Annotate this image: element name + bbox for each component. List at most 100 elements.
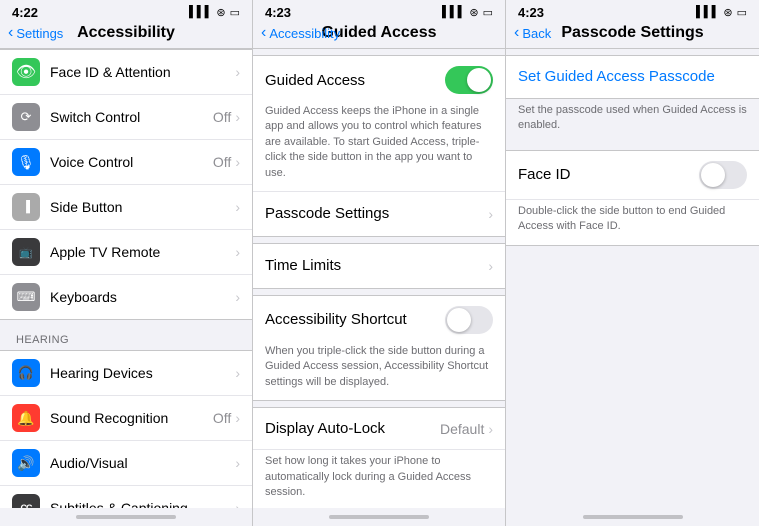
- passcode-settings-item[interactable]: Passcode Settings ›: [253, 192, 505, 236]
- chevron-display-lock: ›: [488, 421, 493, 437]
- item-side-button[interactable]: ▐ Side Button ›: [0, 185, 252, 230]
- battery-icon-1: ▭: [230, 6, 240, 19]
- chevron-icon: ›: [235, 64, 240, 80]
- battery-icon-3: ▭: [737, 6, 747, 19]
- item-audio-visual[interactable]: 🔊 Audio/Visual ›: [0, 441, 252, 486]
- back-arrow-icon-1: ‹: [8, 24, 13, 42]
- wifi-icon-1: ⊛: [216, 6, 225, 19]
- status-icons-1: ▌▌▌ ⊛ ▭: [189, 6, 240, 19]
- item-switch-control[interactable]: ⟳ Switch Control Off ›: [0, 95, 252, 140]
- nav-back-accessibility[interactable]: ‹ Accessibility: [261, 24, 340, 42]
- home-indicator-3: [506, 508, 759, 526]
- voice-control-icon: 🎙: [12, 148, 40, 176]
- chevron-icon: ›: [235, 455, 240, 471]
- sound-recognition-icon: 🔔: [12, 404, 40, 432]
- display-auto-lock-section: Display Auto-Lock Default › Set how long…: [253, 407, 505, 508]
- status-time-2: 4:23: [265, 5, 291, 20]
- face-id-label: Face ID: [518, 166, 571, 183]
- chevron-icon: ›: [235, 365, 240, 381]
- face-id-row[interactable]: Face ID: [506, 151, 759, 200]
- set-passcode-section: Set Guided Access Passcode: [506, 55, 759, 99]
- wifi-icon-3: ⊛: [723, 6, 732, 19]
- accessibility-shortcut-section: Accessibility Shortcut When you triple-c…: [253, 295, 505, 401]
- back-arrow-icon-3: ‹: [514, 24, 519, 42]
- status-bar-2: 4:23 ▌▌▌ ⊛ ▭: [253, 0, 505, 22]
- time-limits-item[interactable]: Time Limits ›: [253, 244, 505, 288]
- accessibility-shortcut-desc: When you triple-click the side button du…: [253, 344, 505, 400]
- nav-back-settings[interactable]: ‹ Settings: [8, 24, 63, 42]
- guided-access-toggle[interactable]: [445, 66, 493, 94]
- set-passcode-label: Set Guided Access Passcode: [518, 68, 715, 85]
- display-auto-lock-desc: Set how long it takes your iPhone to aut…: [253, 450, 505, 508]
- display-auto-lock-label: Display Auto-Lock: [265, 420, 385, 437]
- nav-bar-1: ‹ Settings Accessibility: [0, 22, 252, 49]
- status-icons-3: ▌▌▌ ⊛ ▭: [696, 6, 747, 19]
- chevron-icon: ›: [235, 500, 240, 508]
- signal-icon-3: ▌▌▌: [696, 6, 719, 18]
- sound-recognition-value: Off: [213, 410, 231, 426]
- panel-guided-access: 4:23 ▌▌▌ ⊛ ▭ ‹ Accessibility Guided Acce…: [253, 0, 506, 526]
- item-hearing-devices[interactable]: 🎧 Hearing Devices ›: [0, 351, 252, 396]
- chevron-icon: ›: [235, 154, 240, 170]
- home-indicator-2: [253, 508, 505, 526]
- audio-visual-icon: 🔊: [12, 449, 40, 477]
- signal-icon-1: ▌▌▌: [189, 6, 212, 18]
- voice-control-label: Voice Control: [50, 154, 213, 170]
- status-bar-1: 4:22 ▌▌▌ ⊛ ▭: [0, 0, 252, 22]
- chevron-passcode: ›: [488, 206, 493, 222]
- display-auto-lock-value: Default: [440, 421, 484, 437]
- switch-control-value: Off: [213, 109, 231, 125]
- wifi-icon-2: ⊛: [469, 6, 478, 19]
- nav-bar-3: ‹ Back Passcode Settings: [506, 22, 759, 49]
- item-face-id[interactable]: 👁 Face ID & Attention ›: [0, 50, 252, 95]
- nav-title-1: Accessibility: [77, 24, 175, 42]
- guided-access-toggle-row[interactable]: Guided Access: [253, 56, 505, 104]
- accessibility-shortcut-row[interactable]: Accessibility Shortcut: [253, 296, 505, 344]
- item-subtitles-captioning[interactable]: CC Subtitles & Captioning ›: [0, 486, 252, 508]
- status-time-1: 4:22: [12, 5, 38, 20]
- apple-tv-remote-icon: 📺: [12, 238, 40, 266]
- back-label-2: Accessibility: [269, 26, 340, 41]
- item-voice-control[interactable]: 🎙 Voice Control Off ›: [0, 140, 252, 185]
- hearing-devices-icon: 🎧: [12, 359, 40, 387]
- chevron-icon: ›: [235, 109, 240, 125]
- chevron-icon: ›: [235, 410, 240, 426]
- nav-bar-2: ‹ Accessibility Guided Access: [253, 22, 505, 49]
- face-id-desc: Double-click the side button to end Guid…: [506, 200, 759, 245]
- set-passcode-desc: Set the passcode used when Guided Access…: [506, 99, 759, 144]
- item-apple-tv-remote[interactable]: 📺 Apple TV Remote ›: [0, 230, 252, 275]
- face-id-toggle[interactable]: [699, 161, 747, 189]
- home-indicator-1: [0, 508, 252, 526]
- guided-access-main-section: Guided Access Guided Access keeps the iP…: [253, 55, 505, 237]
- hearing-section-header: HEARING: [0, 320, 252, 350]
- interaction-list: 👁 Face ID & Attention › ⟳ Switch Control…: [0, 49, 252, 320]
- switch-control-icon: ⟳: [12, 103, 40, 131]
- time-limits-label: Time Limits: [265, 257, 341, 274]
- nav-title-3: Passcode Settings: [561, 24, 703, 42]
- nav-back-guided-access[interactable]: ‹ Back: [514, 24, 551, 42]
- back-label-1: Settings: [16, 26, 63, 41]
- back-label-3: Back: [522, 26, 551, 41]
- hearing-devices-label: Hearing Devices: [50, 365, 235, 381]
- screen-content-2: Guided Access Guided Access keeps the iP…: [253, 49, 505, 508]
- set-passcode-button[interactable]: Set Guided Access Passcode: [506, 56, 759, 98]
- display-auto-lock-row[interactable]: Display Auto-Lock Default ›: [253, 408, 505, 450]
- voice-control-value: Off: [213, 154, 231, 170]
- home-bar-1: [76, 515, 176, 519]
- chevron-icon: ›: [235, 244, 240, 260]
- item-keyboards[interactable]: ⌨ Keyboards ›: [0, 275, 252, 319]
- back-arrow-icon-2: ‹: [261, 24, 266, 42]
- hearing-list: 🎧 Hearing Devices › 🔔 Sound Recognition …: [0, 350, 252, 508]
- subtitles-captioning-label: Subtitles & Captioning: [50, 500, 235, 508]
- face-id-section: Face ID Double-click the side button to …: [506, 150, 759, 246]
- item-sound-recognition[interactable]: 🔔 Sound Recognition Off ›: [0, 396, 252, 441]
- toggle-knob-faceid: [701, 163, 725, 187]
- chevron-icon: ›: [235, 199, 240, 215]
- battery-icon-2: ▭: [483, 6, 493, 19]
- time-limits-section: Time Limits ›: [253, 243, 505, 289]
- status-time-3: 4:23: [518, 5, 544, 20]
- side-button-label: Side Button: [50, 199, 235, 215]
- panel-accessibility: 4:22 ▌▌▌ ⊛ ▭ ‹ Settings Accessibility 👁 …: [0, 0, 253, 526]
- accessibility-shortcut-toggle[interactable]: [445, 306, 493, 334]
- audio-visual-label: Audio/Visual: [50, 455, 235, 471]
